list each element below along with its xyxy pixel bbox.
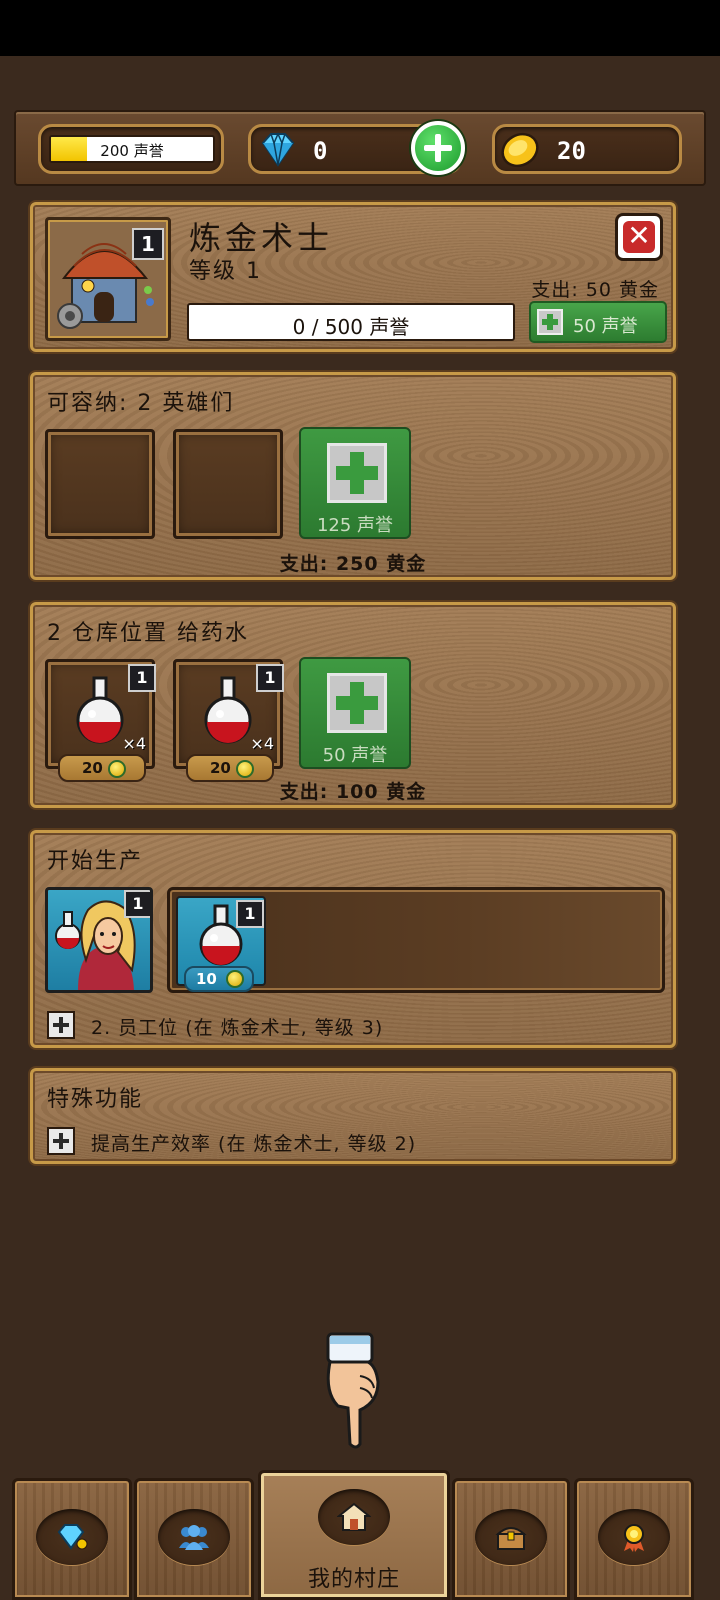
potion-price: 20 <box>82 759 103 777</box>
nav-achievements[interactable] <box>574 1478 694 1600</box>
worker-portrait[interactable]: 1 <box>45 887 153 993</box>
hero-capacity-cost: 支出: 250 黄金 <box>279 553 427 575</box>
building-level-badge: 1 <box>132 228 164 260</box>
hero-capacity-panel: 可容纳: 2 英雄们 125 声誉 支出: 250 黄金 <box>30 372 676 580</box>
plus-icon <box>327 673 387 733</box>
upgrade-button[interactable]: 50 声誉 <box>529 301 667 343</box>
buy-gems-button[interactable] <box>411 121 465 175</box>
queue-item-price: 10 <box>196 970 217 988</box>
hero-capacity-title: 可容纳: 2 英雄们 <box>47 391 235 416</box>
reputation-progress-text: 0 / 500 声誉 <box>292 315 410 339</box>
nav-heroes[interactable] <box>134 1478 254 1600</box>
worker-level-badge: 1 <box>124 890 150 918</box>
treasure-chest-icon <box>495 1527 527 1550</box>
storage-title: 2 仓库位置 给药水 <box>47 621 249 646</box>
nav-icon-holder <box>475 1509 547 1565</box>
storage-slot[interactable]: 1 ×4 20 <box>45 659 156 782</box>
reputation-bar: 200 声誉 <box>49 135 215 163</box>
home-icon <box>337 1502 371 1531</box>
gem-value: 0 <box>313 137 328 165</box>
gold-coin-icon <box>501 132 539 168</box>
close-button[interactable]: ✕ <box>615 213 663 261</box>
queue-item-level-badge: 1 <box>236 900 264 928</box>
nav-treasure-chest[interactable] <box>452 1478 570 1600</box>
potion-quantity: ×4 <box>250 734 274 753</box>
storage-cost: 支出: 100 黄金 <box>279 781 427 803</box>
nav-gem-shop[interactable] <box>12 1478 132 1600</box>
storage-slot[interactable]: 1 ×4 20 <box>173 659 284 782</box>
add-hero-slot-cost: 125 声誉 <box>316 515 394 536</box>
plus-icon <box>327 443 387 503</box>
special-features-panel: 特殊功能 提高生产效率 (在 炼金术士, 等级 2) <box>30 1068 676 1164</box>
diamond-icon <box>261 132 295 167</box>
nav-icon-holder <box>36 1509 108 1565</box>
gem-counter: 0 <box>248 121 465 175</box>
production-title: 开始生产 <box>47 849 144 874</box>
tutorial-pointer-hand-icon <box>326 1332 380 1449</box>
gold-value: 20 <box>557 137 586 165</box>
resource-bar: 200 声誉 0 20 <box>14 110 706 186</box>
plus-icon <box>47 1127 75 1155</box>
gold-coin-icon <box>236 760 254 778</box>
nav-icon-holder <box>598 1509 670 1565</box>
special-features-title: 特殊功能 <box>47 1087 144 1112</box>
plus-icon <box>47 1011 75 1039</box>
medal-icon <box>624 1524 644 1552</box>
potion-quantity: ×4 <box>122 734 146 753</box>
plus-icon <box>537 309 563 335</box>
upgrade-cost: 支出: 50 黄金 <box>531 279 659 301</box>
nav-my-village[interactable]: 我的村庄 <box>258 1470 450 1600</box>
potion-price: 20 <box>210 759 231 777</box>
bottom-navigation: 我的村庄 <box>0 1470 720 1600</box>
people-icon <box>179 1525 209 1550</box>
status-bar <box>0 0 720 56</box>
nav-icon-holder <box>318 1489 390 1545</box>
upgrade-button-label: 50 声誉 <box>573 316 638 337</box>
building-info-panel: 1 炼金术士 等级 1 ✕ 支出: 50 黄金 0 / 500 声誉 50 声誉 <box>30 202 676 352</box>
storage-level-badge: 1 <box>256 664 284 692</box>
locked-feature-text: 提高生产效率 (在 炼金术士, 等级 2) <box>91 1133 417 1155</box>
add-hero-slot-button[interactable]: 125 声誉 <box>299 427 411 539</box>
hero-slot[interactable] <box>45 429 155 539</box>
production-queue: 1 10 <box>167 887 665 993</box>
add-storage-slot-button[interactable]: 50 声誉 <box>299 657 411 769</box>
reputation-progress-bar: 0 / 500 声誉 <box>187 303 515 341</box>
potion-storage-panel: 2 仓库位置 给药水 1 ×4 20 1 ×4 20 50 声誉 支出: 100… <box>30 602 676 808</box>
gold-counter: 20 <box>492 124 682 174</box>
reputation-value: 200 声誉 <box>100 142 164 160</box>
queue-item-price-tag: 10 <box>184 966 254 992</box>
gold-coin-icon <box>108 760 126 778</box>
building-level: 等级 1 <box>189 259 262 284</box>
building-image: 1 <box>45 217 171 341</box>
storage-level-badge: 1 <box>128 664 156 692</box>
add-storage-slot-cost: 50 声誉 <box>322 745 388 766</box>
close-icon: ✕ <box>623 221 655 253</box>
gold-coin-icon <box>226 970 244 988</box>
production-panel: 开始生产 1 1 10 2. 员工位 (在 炼金术士, 等级 3) <box>30 830 676 1048</box>
gem-shop-icon <box>57 1524 88 1550</box>
locked-worker-slot-text: 2. 员工位 (在 炼金术士, 等级 3) <box>91 1017 384 1039</box>
reputation-counter: 200 声誉 <box>38 124 224 174</box>
nav-my-village-label: 我的村庄 <box>307 1567 400 1592</box>
nav-icon-holder <box>158 1509 230 1565</box>
hero-slot[interactable] <box>173 429 283 539</box>
